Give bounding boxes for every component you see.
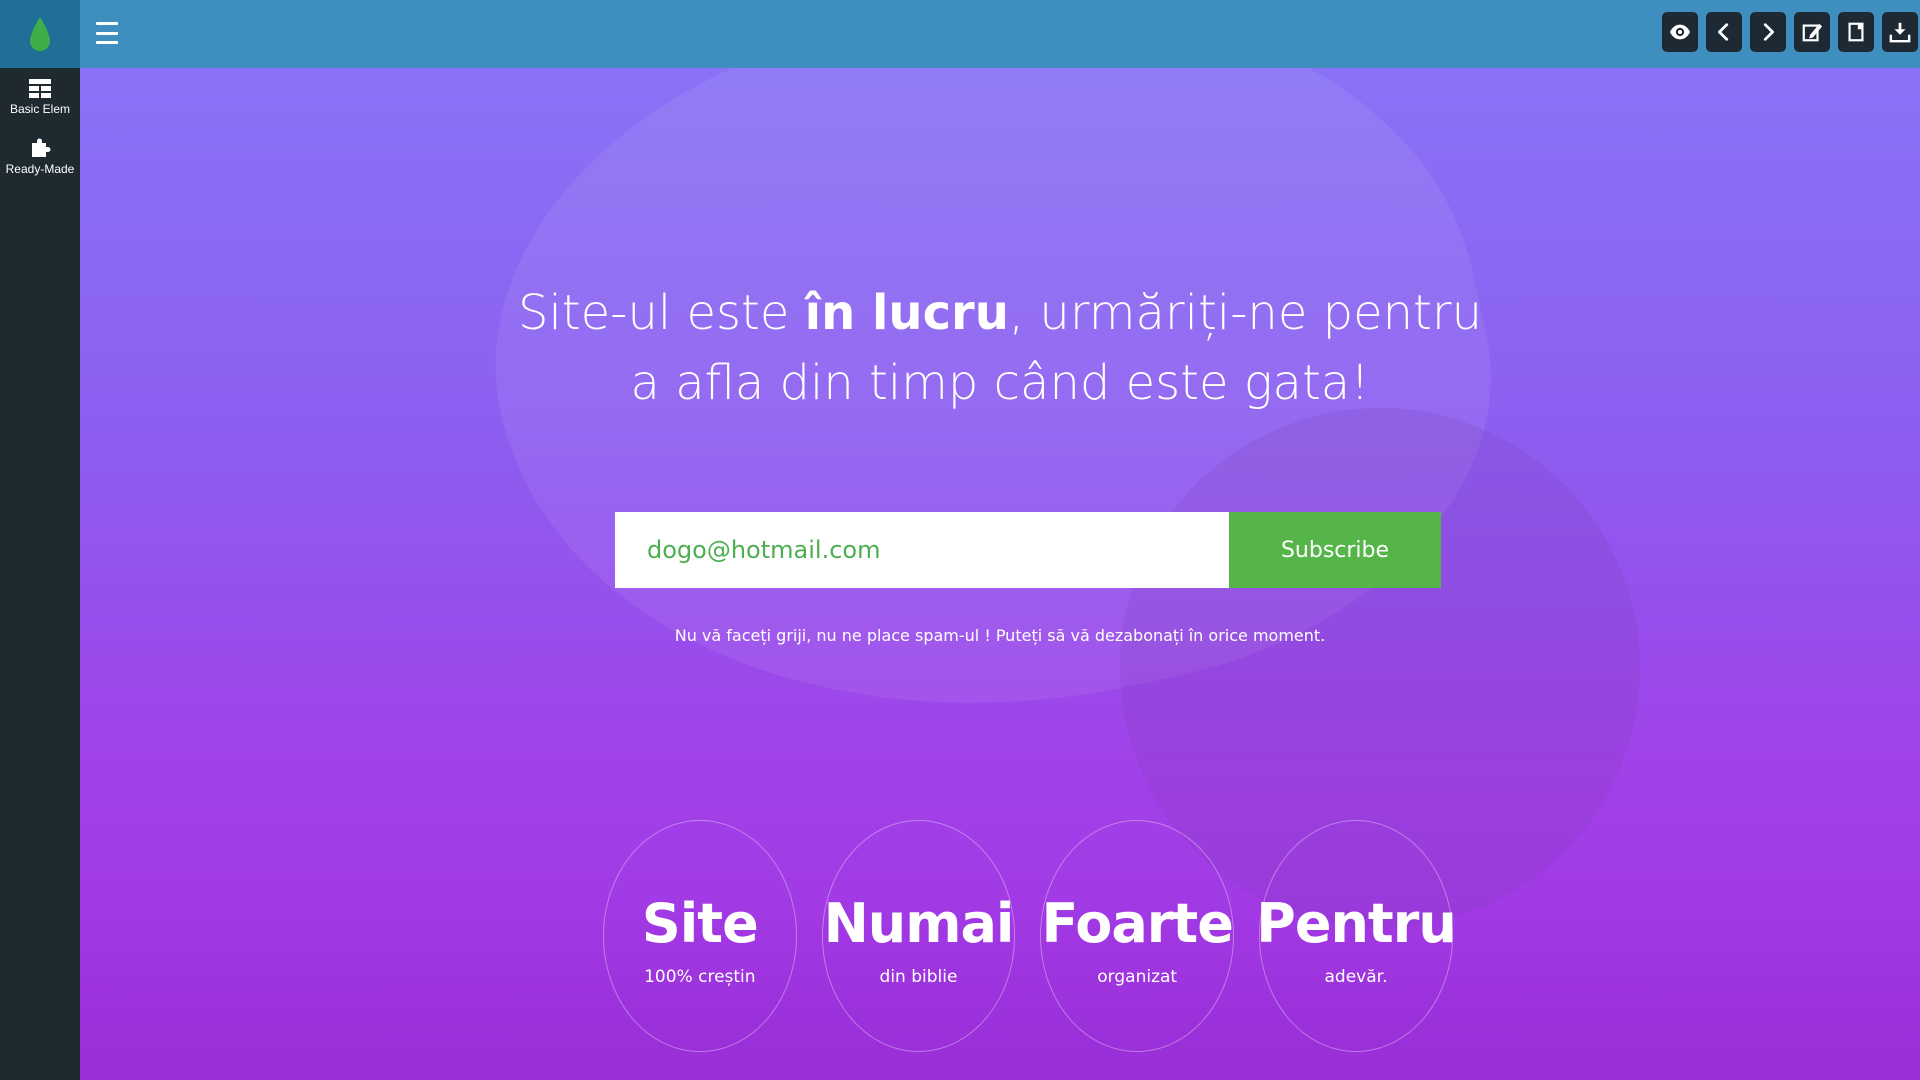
page-view-button[interactable] bbox=[1838, 12, 1874, 52]
feature-title: Foarte bbox=[1041, 892, 1234, 955]
sidebar-item-ready-made[interactable]: Ready-Made bbox=[0, 126, 80, 184]
headline-line-2: a afla din timp când este gata! bbox=[630, 355, 1370, 411]
headline-text: Site-ul este bbox=[517, 285, 805, 341]
menu-icon[interactable] bbox=[96, 22, 118, 44]
spam-note: Nu vă faceți griji, nu ne place spam-ul … bbox=[674, 626, 1326, 645]
feature-subtitle: din biblie bbox=[879, 967, 958, 987]
sidebar-item-label: Ready-Made bbox=[5, 161, 75, 176]
eye-icon bbox=[1669, 24, 1691, 40]
feature-circle[interactable]: Foarte organizat bbox=[1040, 820, 1235, 1052]
undo-button[interactable] bbox=[1706, 12, 1742, 52]
feature-circles: Site 100% creștin Numai din biblie Foart… bbox=[603, 820, 1457, 1052]
feature-subtitle: 100% creștin bbox=[644, 967, 756, 987]
feature-circle[interactable]: Numai din biblie bbox=[821, 820, 1016, 1052]
feature-title: Site bbox=[641, 892, 759, 955]
editor-toolbar bbox=[1662, 12, 1920, 54]
hero-section: Site-ul este în lucru, urmăriți-ne pentr… bbox=[80, 68, 1920, 1080]
page-headline[interactable]: Site-ul este în lucru, urmăriți-ne pentr… bbox=[80, 278, 1920, 418]
sidebar-item-label: Basic Elem bbox=[9, 101, 71, 116]
download-icon bbox=[1889, 22, 1911, 43]
sidebar: Basic Elem Ready-Made bbox=[0, 68, 80, 1080]
headline-bold-text: în lucru bbox=[804, 285, 1009, 341]
email-field[interactable] bbox=[615, 512, 1229, 588]
chevron-right-icon bbox=[1763, 23, 1774, 41]
logo[interactable] bbox=[0, 0, 80, 68]
page-icon bbox=[1848, 22, 1864, 42]
edit-button[interactable] bbox=[1794, 12, 1830, 52]
feature-subtitle: organizat bbox=[1097, 967, 1178, 987]
sidebar-item-basic-elem[interactable]: Basic Elem bbox=[0, 68, 80, 126]
grid-icon bbox=[29, 78, 51, 98]
feature-circle[interactable]: Pentru adevăr. bbox=[1256, 820, 1457, 1052]
feature-circle[interactable]: Site 100% creștin bbox=[603, 820, 797, 1052]
drop-logo-icon bbox=[30, 17, 50, 51]
chevron-left-icon bbox=[1718, 23, 1729, 41]
subscribe-button[interactable]: Subscribe bbox=[1229, 512, 1441, 588]
edit-icon bbox=[1802, 23, 1823, 42]
download-button[interactable] bbox=[1882, 12, 1918, 52]
headline-text: , urmăriți-ne pentru bbox=[1008, 285, 1483, 341]
subscribe-form: Subscribe bbox=[615, 512, 1441, 588]
top-bar bbox=[0, 0, 1920, 68]
preview-button[interactable] bbox=[1662, 12, 1698, 52]
puzzle-icon bbox=[32, 138, 51, 157]
feature-title: Numai bbox=[823, 892, 1015, 955]
feature-subtitle: adevăr. bbox=[1324, 967, 1388, 987]
feature-title: Pentru bbox=[1256, 892, 1457, 955]
redo-button[interactable] bbox=[1750, 12, 1786, 52]
